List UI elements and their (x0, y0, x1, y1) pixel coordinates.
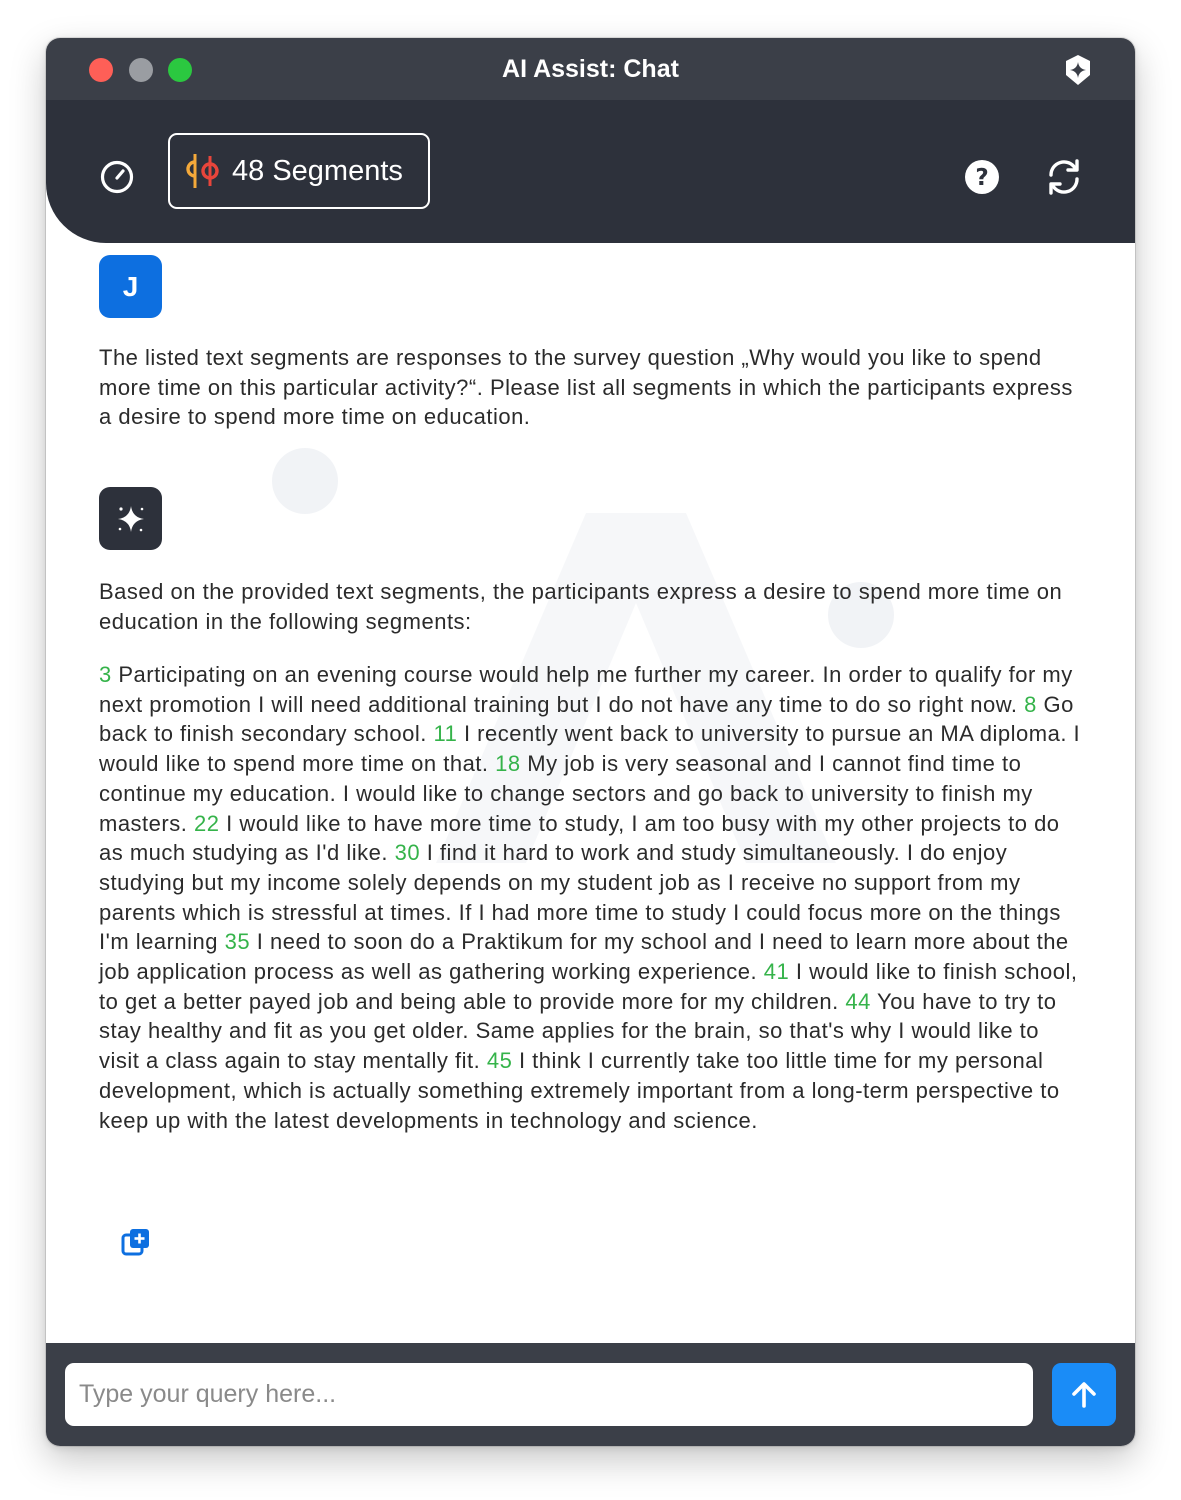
segment-number: 35 (224, 929, 251, 955)
segment-number: 30 (394, 840, 421, 866)
segment-number: 41 (763, 959, 790, 985)
window-title: AI Assist: Chat (502, 55, 679, 83)
segment-number: 11 (433, 721, 458, 747)
user-avatar: J (99, 255, 162, 318)
refresh-icon[interactable] (1046, 158, 1082, 196)
segment-number: 8 (1024, 691, 1037, 717)
segments-label: 48 Segments (232, 154, 403, 187)
query-input[interactable] (65, 1363, 1033, 1426)
arrow-up-icon (1072, 1381, 1096, 1408)
segments-icon (186, 154, 219, 188)
segment-number: 3 (99, 662, 112, 687)
segment-number: 45 (486, 1048, 513, 1074)
gauge-icon[interactable] (99, 159, 135, 195)
input-bar (46, 1343, 1135, 1446)
assistant-segment-list: 3 Participating on an evening course wou… (99, 660, 1084, 1135)
user-message: The listed text segments are responses t… (99, 345, 1073, 430)
copy-plus-icon[interactable] (120, 1226, 152, 1258)
send-button[interactable] (1052, 1363, 1116, 1426)
assistant-avatar (99, 487, 162, 550)
question-circle-icon[interactable]: ? (963, 158, 1001, 196)
svg-text:?: ? (975, 165, 988, 191)
title-bar: AI Assist: Chat (46, 38, 1135, 100)
segments-button[interactable]: 48 Segments (168, 133, 430, 209)
segment-number: 22 (193, 810, 220, 836)
sparkle-badge-icon (1066, 55, 1090, 85)
assistant-intro: Based on the provided text segments, the… (99, 579, 1063, 634)
toolbar: 48 Segments ? (46, 100, 1135, 243)
app-window: AI Assist: Chat 48 Segments ? J The list… (46, 38, 1135, 1446)
segment-number: 44 (845, 988, 871, 1014)
segment-number: 18 (495, 751, 521, 777)
segment-text: Participating on an evening course would… (99, 662, 1073, 717)
chat-area[interactable]: J The listed text segments are responses… (46, 243, 1135, 1343)
sparkle-icon (117, 505, 144, 532)
